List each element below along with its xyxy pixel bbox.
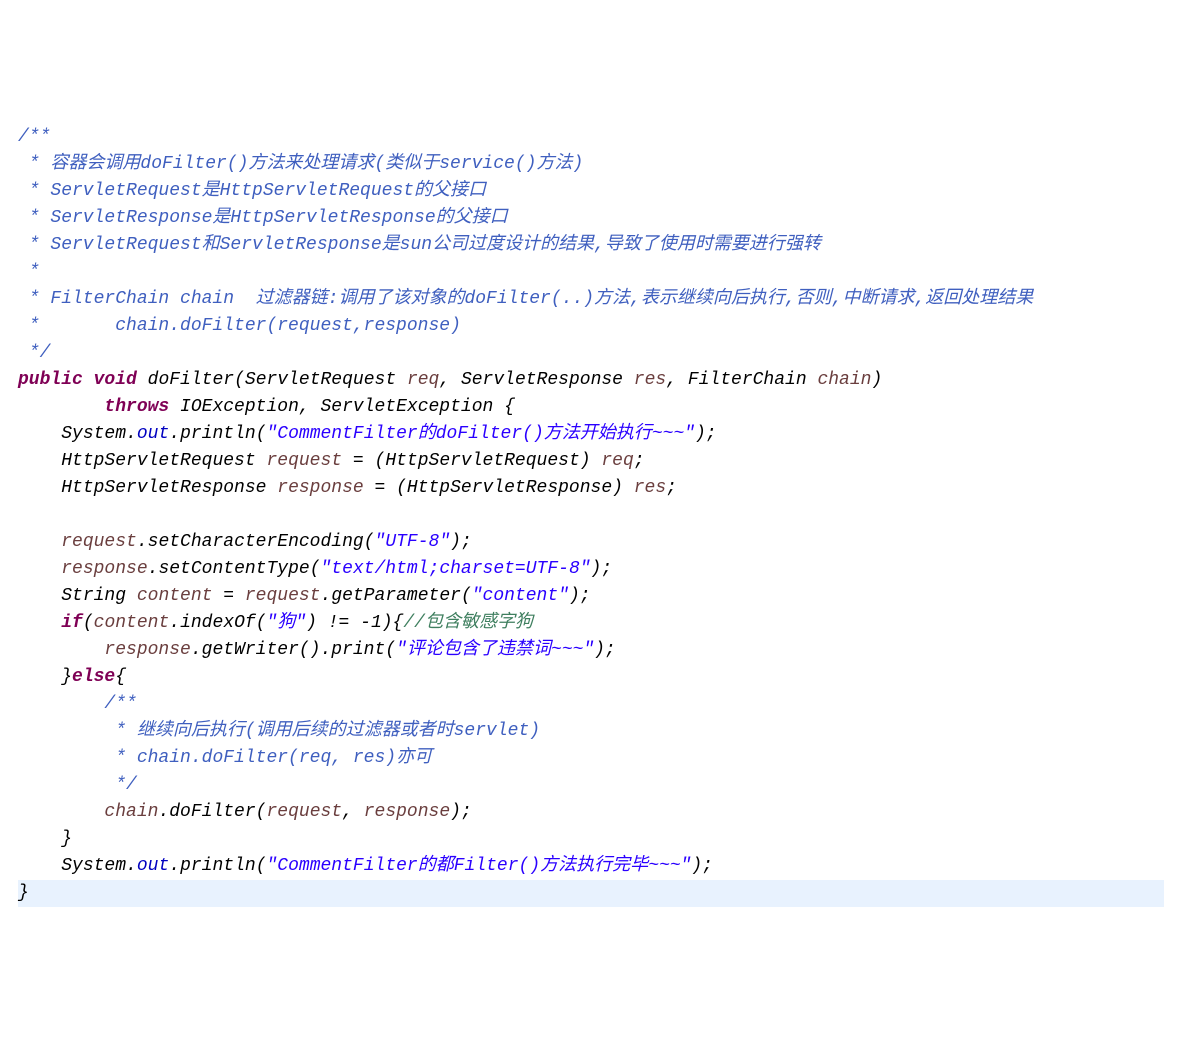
var: request <box>61 532 137 552</box>
var: chain <box>104 802 158 822</box>
exception: IOException <box>180 397 299 417</box>
method: println <box>180 856 256 876</box>
class: System <box>61 424 126 444</box>
type: FilterChain <box>688 370 807 390</box>
class: System <box>61 856 126 876</box>
method: getParameter <box>331 586 461 606</box>
exception: ServletException <box>320 397 493 417</box>
var: res <box>634 478 666 498</box>
brace: } <box>18 883 29 903</box>
param: chain <box>817 370 871 390</box>
var: response <box>277 478 363 498</box>
var: request <box>266 802 342 822</box>
keyword-throws: throws <box>104 397 169 417</box>
javadoc-line: * chain.doFilter(req, res)亦可 <box>104 748 432 768</box>
type: ServletResponse <box>461 370 623 390</box>
cursor-line: } <box>18 880 1164 907</box>
var: content <box>94 613 170 633</box>
javadoc-line: * <box>18 262 40 282</box>
string-literal: "CommentFilter的都Filter()方法执行完毕~~~" <box>267 856 692 876</box>
method: getWriter <box>202 640 299 660</box>
method-name: doFilter <box>148 370 234 390</box>
javadoc-line: /** <box>104 694 136 714</box>
param: res <box>634 370 666 390</box>
code-block: /** * 容器会调用doFilter()方法来处理请求(类似于service(… <box>10 118 1172 913</box>
method: setCharacterEncoding <box>148 532 364 552</box>
var: request <box>266 451 342 471</box>
literal: -1 <box>360 613 382 633</box>
field-out: out <box>137 424 169 444</box>
javadoc-line: * 继续向后执行(调用后续的过滤器或者时servlet) <box>104 721 540 741</box>
javadoc-line: * chain.doFilter(request,response) <box>18 316 461 336</box>
type: HttpServletRequest <box>385 451 579 471</box>
javadoc-line: */ <box>104 775 136 795</box>
javadoc-line: * ServletRequest和ServletResponse是sun公司过度… <box>18 235 821 255</box>
method: setContentType <box>158 559 309 579</box>
type: HttpServletResponse <box>61 478 266 498</box>
keyword-void: void <box>94 370 137 390</box>
keyword-if: if <box>61 613 83 633</box>
keyword-public: public <box>18 370 83 390</box>
var: response <box>104 640 190 660</box>
var: response <box>61 559 147 579</box>
var: response <box>364 802 450 822</box>
keyword-else: else <box>72 667 115 687</box>
type: HttpServletResponse <box>407 478 612 498</box>
param: req <box>407 370 439 390</box>
method: print <box>331 640 385 660</box>
string-literal: "狗" <box>267 613 307 633</box>
javadoc-line: * ServletRequest是HttpServletRequest的父接口 <box>18 181 486 201</box>
string-literal: "text/html;charset=UTF-8" <box>321 559 591 579</box>
string-literal: "CommentFilter的doFilter()方法开始执行~~~" <box>267 424 695 444</box>
javadoc-line: * ServletResponse是HttpServletResponse的父接… <box>18 208 508 228</box>
var: req <box>601 451 633 471</box>
javadoc-line: */ <box>18 343 50 363</box>
string-literal: "评论包含了违禁词~~~" <box>396 640 594 660</box>
type: ServletRequest <box>245 370 396 390</box>
string-literal: "content" <box>472 586 569 606</box>
var: content <box>137 586 213 606</box>
type: HttpServletRequest <box>61 451 255 471</box>
var: request <box>245 586 321 606</box>
javadoc-line: * 容器会调用doFilter()方法来处理请求(类似于service()方法) <box>18 154 583 174</box>
field-out: out <box>137 856 169 876</box>
method: doFilter <box>169 802 255 822</box>
method: indexOf <box>180 613 256 633</box>
inline-comment: //包含敏感字狗 <box>403 613 533 633</box>
type: String <box>61 586 126 606</box>
string-literal: "UTF-8" <box>375 532 451 552</box>
method: println <box>180 424 256 444</box>
javadoc-line: /** <box>18 127 50 147</box>
javadoc-line: * FilterChain chain 过滤器链:调用了该对象的doFilter… <box>18 289 1033 309</box>
